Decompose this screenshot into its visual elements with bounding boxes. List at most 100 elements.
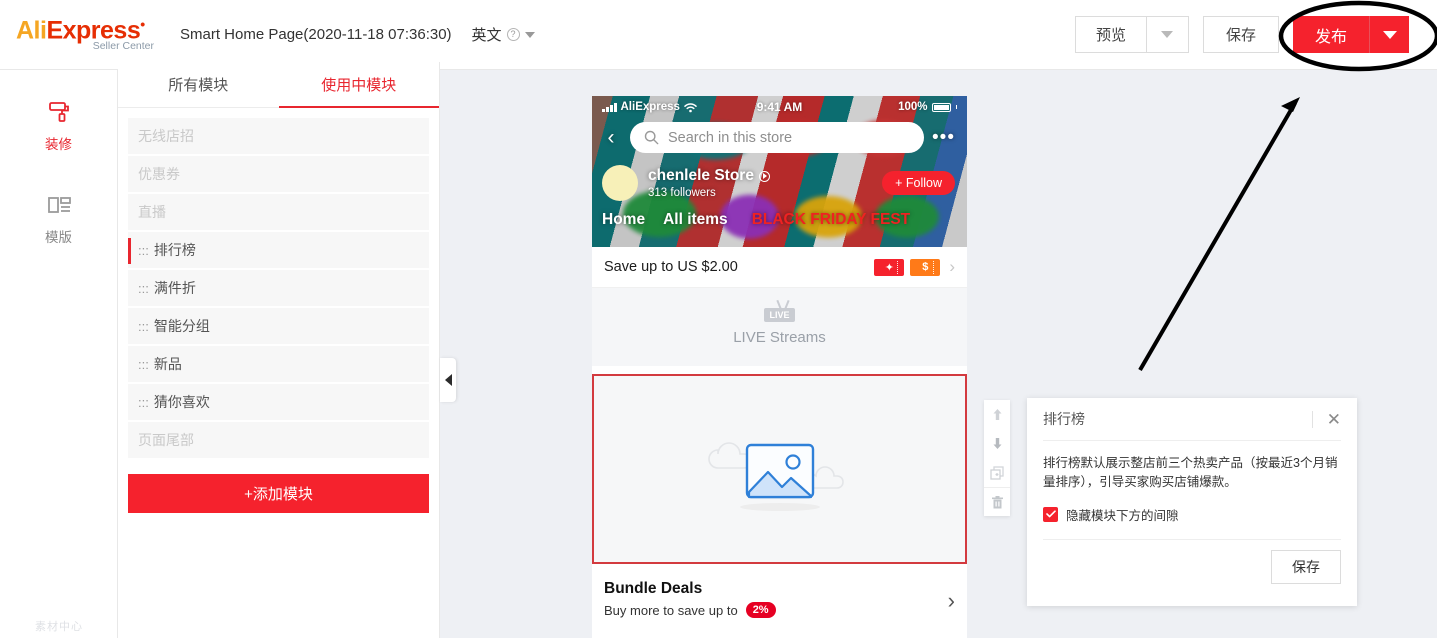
publish-button[interactable]: 发布	[1292, 16, 1369, 53]
copy-icon	[990, 465, 1004, 480]
module-list-item-label: 猜你喜欢	[153, 394, 210, 410]
language-label: 英文	[471, 27, 502, 44]
clock-label: 9:41 AM	[756, 100, 803, 114]
chevron-right-icon[interactable]: ›	[948, 588, 955, 614]
arrow-down-icon	[993, 438, 1001, 449]
settings-save-button[interactable]: 保存	[1271, 549, 1341, 584]
module-list-item[interactable]: 无线店招	[128, 118, 429, 156]
close-icon[interactable]: ✕	[1327, 411, 1341, 428]
drag-handle-icon[interactable]: :::	[138, 281, 149, 296]
duplicate-button[interactable]	[984, 458, 1010, 487]
settings-panel-header-right: ✕	[1311, 410, 1341, 428]
coupon-bar[interactable]: Save up to US $2.00 ✦ $ ›	[592, 247, 967, 288]
module-list-item-label: 新品	[153, 356, 182, 372]
module-list-item-label: 智能分组	[153, 318, 210, 334]
sidebar-item-label: 模版	[45, 230, 72, 245]
sidebar-item-template[interactable]: 模版	[0, 193, 117, 246]
tab-in-use-modules[interactable]: 使用中模块	[278, 62, 440, 108]
search-icon	[644, 130, 659, 145]
module-panel: 所有模块 使用中模块 无线店招优惠券直播::: 排行榜::: 满件折::: 智能分组:…	[118, 62, 440, 638]
page-title: Smart Home Page(2020-11-18 07:36:30)	[180, 26, 452, 43]
live-streams-module[interactable]: LIVE LIVE Streams	[592, 288, 967, 366]
pointer-arrow-line	[1138, 101, 1297, 372]
drag-handle-icon[interactable]: :::	[138, 243, 149, 258]
template-grid-icon	[47, 197, 71, 213]
preview-button[interactable]: 预览	[1074, 16, 1147, 53]
chevron-down-icon	[524, 31, 535, 38]
store-text-block: chenlele Store 313 followers	[648, 167, 770, 199]
follow-button[interactable]: + Follow	[882, 171, 955, 195]
selected-module-ranking[interactable]	[592, 374, 967, 564]
store-nav-promo[interactable]: BLACK FRIDAY FEST	[752, 211, 910, 229]
module-list-item[interactable]: 优惠券	[128, 156, 429, 194]
logo-dot: •	[140, 15, 145, 32]
coin-ticket-icon[interactable]: $	[910, 258, 941, 276]
coupon-icons: ✦ $ ›	[874, 257, 955, 277]
live-streams-label: LIVE Streams	[733, 329, 826, 346]
paint-roller-icon	[48, 102, 69, 122]
phone-preview: AliExpress 9:41 AM 100% ‹ Search in this…	[592, 96, 967, 638]
bundle-text-block: Bundle Deals Buy more to save up to 2%	[604, 580, 776, 618]
panel-collapse-handle[interactable]	[440, 358, 456, 402]
tab-all-modules[interactable]: 所有模块	[118, 62, 279, 107]
check-icon	[1045, 510, 1056, 518]
chevron-right-icon[interactable]: ›	[949, 257, 955, 277]
sidebar-item-decoration[interactable]: 装修	[0, 100, 117, 153]
drag-handle-icon[interactable]: :::	[138, 395, 149, 410]
store-nav-all-items[interactable]: All items	[663, 211, 728, 229]
ellipsis-icon[interactable]: •••	[932, 128, 955, 147]
followers-count: 313 followers	[648, 187, 716, 199]
bundle-discount-badge: 2%	[745, 602, 776, 618]
store-nav-home[interactable]: Home	[602, 211, 645, 229]
module-list-item-label: 优惠券	[138, 166, 180, 182]
phone-search-row: ‹ Search in this store •••	[592, 118, 967, 153]
drag-handle-icon[interactable]: :::	[138, 357, 149, 372]
hide-gap-checkbox[interactable]	[1043, 506, 1058, 522]
chevron-down-icon	[1161, 31, 1174, 38]
delete-button[interactable]	[984, 487, 1010, 516]
add-module-button[interactable]: +添加模块	[128, 474, 429, 513]
module-tabs: 所有模块 使用中模块	[118, 62, 439, 108]
module-list: 无线店招优惠券直播::: 排行榜::: 满件折::: 智能分组::: 新品::: 猜你喜欢…	[118, 108, 439, 460]
module-list-item[interactable]: ::: 满件折	[128, 270, 429, 308]
phone-status-bar: AliExpress 9:41 AM 100%	[592, 96, 967, 118]
store-header: AliExpress 9:41 AM 100% ‹ Search in this…	[592, 96, 967, 247]
bundle-subtitle-label: Buy more to save up to	[604, 602, 738, 618]
move-down-button[interactable]	[984, 429, 1010, 458]
save-button-group: 保存	[1202, 16, 1279, 53]
module-list-item[interactable]: 直播	[128, 194, 429, 232]
module-list-item[interactable]: ::: 新品	[128, 346, 429, 384]
aliexpress-logo[interactable]: AliExpress• Seller Center	[16, 17, 156, 52]
avatar[interactable]	[602, 165, 638, 201]
top-bar: AliExpress• Seller Center Smart Home Pag…	[0, 0, 1437, 70]
module-list-item[interactable]: ::: 排行榜	[128, 232, 429, 270]
language-selector[interactable]: 英文 ?	[472, 24, 535, 45]
module-settings-panel: 排行榜 ✕ 排行榜默认展示整店前三个热卖产品（按最近3个月销量排序），引导买家购…	[1027, 398, 1357, 606]
module-list-item-label: 直播	[138, 204, 166, 220]
left-icon-rail: 装修 模版 素材中心	[0, 70, 118, 638]
module-list-item[interactable]: ::: 智能分组	[128, 308, 429, 346]
module-list-item[interactable]: 页面尾部	[128, 422, 429, 460]
chevron-down-icon	[1382, 30, 1397, 39]
module-list-item[interactable]: ::: 猜你喜欢	[128, 384, 429, 422]
preview-dropdown-button[interactable]	[1146, 16, 1189, 53]
module-list-item-label: 页面尾部	[138, 432, 194, 448]
store-name[interactable]: chenlele Store	[648, 167, 770, 185]
bundle-deals-module[interactable]: Bundle Deals Buy more to save up to 2% ›	[592, 571, 967, 618]
play-circle-icon	[758, 170, 770, 182]
hide-gap-checkbox-row[interactable]: 隐藏模块下方的间隙	[1027, 493, 1357, 524]
drag-handle-icon[interactable]: :::	[138, 319, 149, 334]
divider	[1311, 410, 1313, 428]
question-mark-icon[interactable]: ?	[506, 28, 520, 41]
coupon-ticket-icon[interactable]: ✦	[874, 258, 905, 276]
publish-button-group: 发布	[1292, 16, 1409, 53]
bundle-title: Bundle Deals	[604, 580, 703, 597]
publish-dropdown-button[interactable]	[1369, 16, 1409, 53]
settings-panel-title: 排行榜	[1043, 411, 1085, 427]
move-up-button[interactable]	[984, 400, 1010, 429]
save-button[interactable]: 保存	[1202, 16, 1279, 53]
search-input[interactable]: Search in this store	[630, 122, 925, 153]
sidebar-item-label: 装修	[45, 137, 72, 152]
trash-icon	[991, 495, 1003, 508]
back-button[interactable]: ‹	[600, 126, 622, 150]
